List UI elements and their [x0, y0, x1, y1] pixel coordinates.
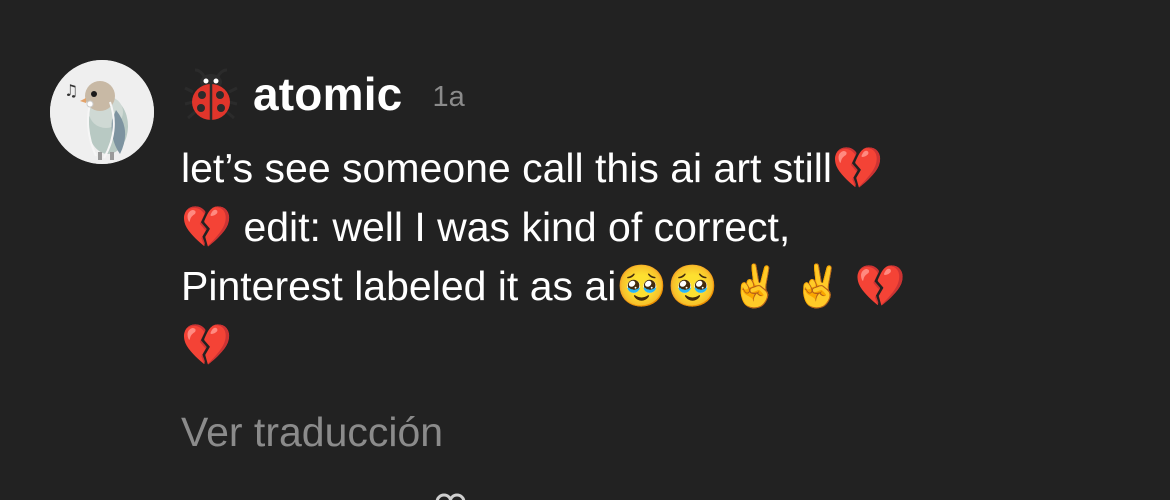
broken-heart-icon: 💔: [831, 144, 884, 192]
bird-avatar-icon: ♫: [50, 60, 154, 164]
avatar[interactable]: ♫: [50, 60, 154, 164]
comment-line-1: let’s see someone call this ai art still: [181, 145, 832, 191]
pleading-face-icon: 🥹: [616, 262, 668, 310]
svg-text:♫: ♫: [64, 81, 78, 100]
comment-text: let’s see someone call this ai art still…: [181, 139, 1081, 375]
comment-header: atomic 1a: [183, 66, 465, 122]
comment-line-3: Pinterest labeled it as ai: [181, 263, 617, 309]
reaction-icon[interactable]: [430, 490, 470, 500]
username[interactable]: atomic: [253, 67, 402, 121]
victory-hand-icon: ✌️: [729, 262, 781, 310]
broken-heart-icon: 💔: [181, 321, 233, 369]
victory-hand-icon: ✌️: [792, 262, 844, 310]
pleading-face-icon: 🥹: [667, 262, 719, 310]
broken-heart-icon: 💔: [181, 203, 233, 251]
broken-heart-icon: 💔: [854, 262, 906, 310]
ladybug-icon: [183, 66, 239, 122]
timestamp: 1a: [432, 80, 465, 113]
translate-link[interactable]: Ver traducción: [181, 409, 443, 456]
comment-line-2: edit: well I was kind of correct,: [232, 204, 791, 250]
